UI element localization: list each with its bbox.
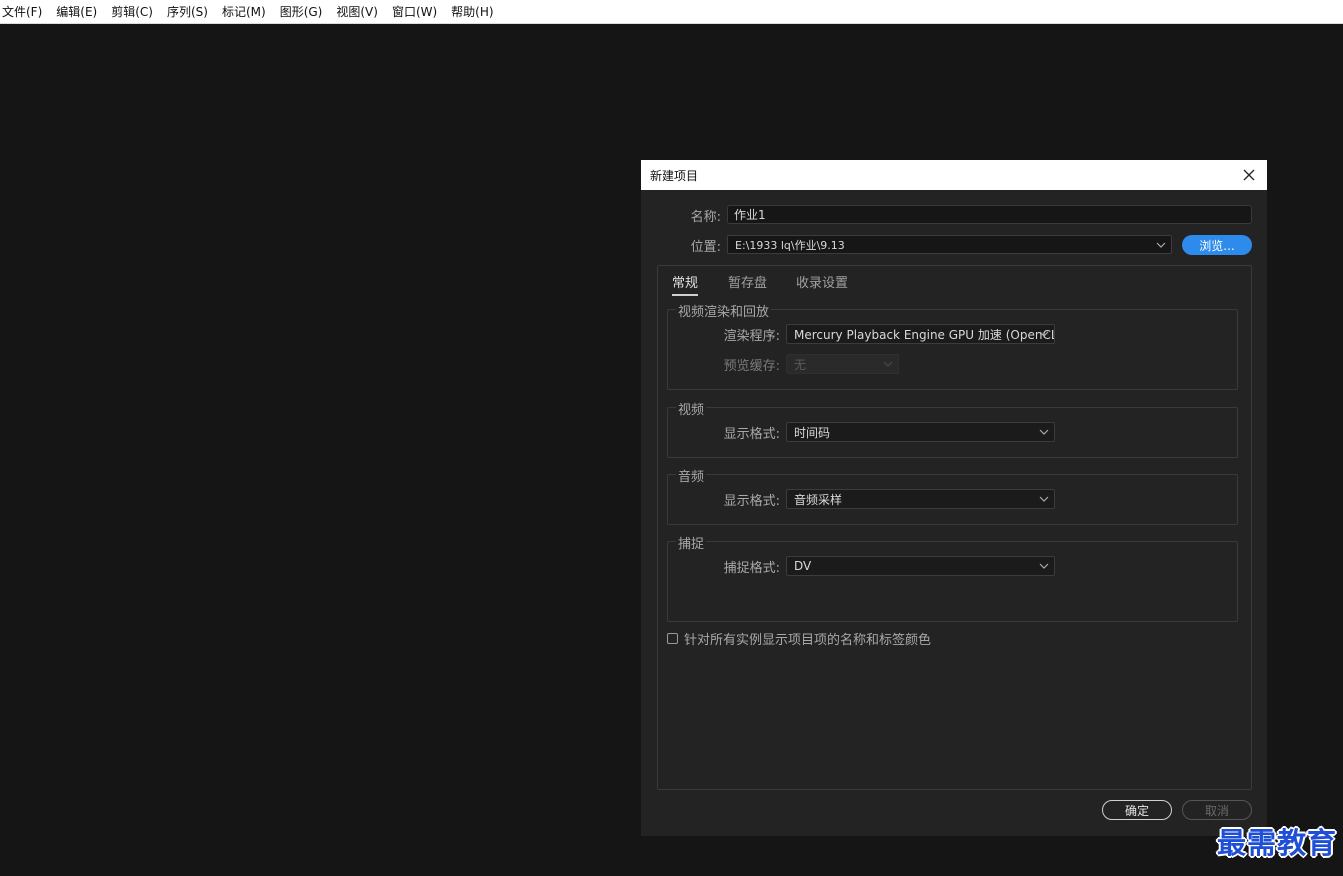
preview-cache-value: 无 <box>794 357 807 372</box>
chevron-down-icon <box>1039 563 1049 569</box>
preview-cache-select: 无 <box>786 354 899 374</box>
show-label-colors-label: 针对所有实例显示项目项的名称和标签颜色 <box>684 633 932 648</box>
chevron-down-icon <box>883 361 893 367</box>
dialog-titlebar: 新建项目 <box>641 160 1267 190</box>
new-project-dialog: 新建项目 名称: 作业1 位置: E:\1933 lq\作业\9.13 浏览..… <box>641 160 1267 836</box>
video-group: 视频 显示格式: 时间码 <box>667 399 1238 458</box>
tab-ingest-settings[interactable]: 收录设置 <box>796 272 848 294</box>
show-label-colors-checkbox[interactable] <box>667 633 678 644</box>
show-label-colors-option[interactable]: 针对所有实例显示项目项的名称和标签颜色 <box>667 629 931 648</box>
menu-sequence[interactable]: 序列(S) <box>165 0 215 24</box>
audio-display-format-select[interactable]: 音频采样 <box>786 489 1055 509</box>
group-title: 视频渲染和回放 <box>676 301 772 320</box>
chevron-down-icon <box>1039 496 1049 502</box>
audio-group: 音频 显示格式: 音频采样 <box>667 466 1238 525</box>
video-render-group: 视频渲染和回放 渲染程序: Mercury Playback Engine GP… <box>667 301 1238 390</box>
location-select[interactable]: E:\1933 lq\作业\9.13 <box>727 235 1172 254</box>
capture-format-select[interactable]: DV <box>786 556 1055 576</box>
renderer-select[interactable]: Mercury Playback Engine GPU 加速 (OpenCL) <box>786 324 1055 344</box>
menu-bar: 文件(F) 编辑(E) 剪辑(C) 序列(S) 标记(M) 图形(G) 视图(V… <box>0 0 1343 24</box>
chevron-down-icon <box>1039 331 1049 337</box>
close-icon <box>1243 169 1255 181</box>
location-value: E:\1933 lq\作业\9.13 <box>735 238 845 252</box>
menu-help[interactable]: 帮助(H) <box>449 0 500 24</box>
audio-display-format-label: 显示格式: <box>723 494 780 509</box>
ok-button[interactable]: 确定 <box>1102 800 1172 820</box>
chevron-down-icon <box>1039 429 1049 435</box>
video-display-format-value: 时间码 <box>794 425 831 440</box>
chevron-down-icon <box>1156 242 1166 248</box>
menu-window[interactable]: 窗口(W) <box>390 0 444 24</box>
browse-button[interactable]: 浏览... <box>1182 235 1252 255</box>
menu-graphics[interactable]: 图形(G) <box>278 0 330 24</box>
close-button[interactable] <box>1239 165 1259 185</box>
renderer-label: 渲染程序: <box>723 329 780 344</box>
video-display-format-label: 显示格式: <box>723 427 780 442</box>
location-label: 位置: <box>690 240 721 255</box>
settings-tab-panel: 常规 暂存盘 收录设置 视频渲染和回放 渲染程序: Mercury Playba… <box>657 265 1252 790</box>
menu-clip[interactable]: 剪辑(C) <box>109 0 160 24</box>
capture-format-label: 捕捉格式: <box>723 561 780 576</box>
group-title: 视频 <box>676 399 707 418</box>
audio-display-format-value: 音频采样 <box>794 492 843 507</box>
group-title: 捕捉 <box>676 533 707 552</box>
name-label: 名称: <box>690 210 721 225</box>
name-input[interactable]: 作业1 <box>727 205 1252 224</box>
video-display-format-select[interactable]: 时间码 <box>786 422 1055 442</box>
watermark-logo: 最需教育 <box>1216 826 1337 860</box>
preview-cache-label: 预览缓存: <box>723 359 780 374</box>
dialog-title: 新建项目 <box>650 168 699 183</box>
renderer-value: Mercury Playback Engine GPU 加速 (OpenCL) <box>794 327 1055 342</box>
menu-view[interactable]: 视图(V) <box>334 0 385 24</box>
menu-file[interactable]: 文件(F) <box>0 0 49 24</box>
capture-format-value: DV <box>794 559 812 573</box>
group-title: 音频 <box>676 466 707 485</box>
menu-marker[interactable]: 标记(M) <box>220 0 273 24</box>
tab-scratch-disks[interactable]: 暂存盘 <box>728 272 767 294</box>
tab-general[interactable]: 常规 <box>672 272 699 296</box>
menu-edit[interactable]: 编辑(E) <box>54 0 104 24</box>
capture-group: 捕捉 捕捉格式: DV <box>667 533 1238 622</box>
cancel-button[interactable]: 取消 <box>1182 800 1252 820</box>
